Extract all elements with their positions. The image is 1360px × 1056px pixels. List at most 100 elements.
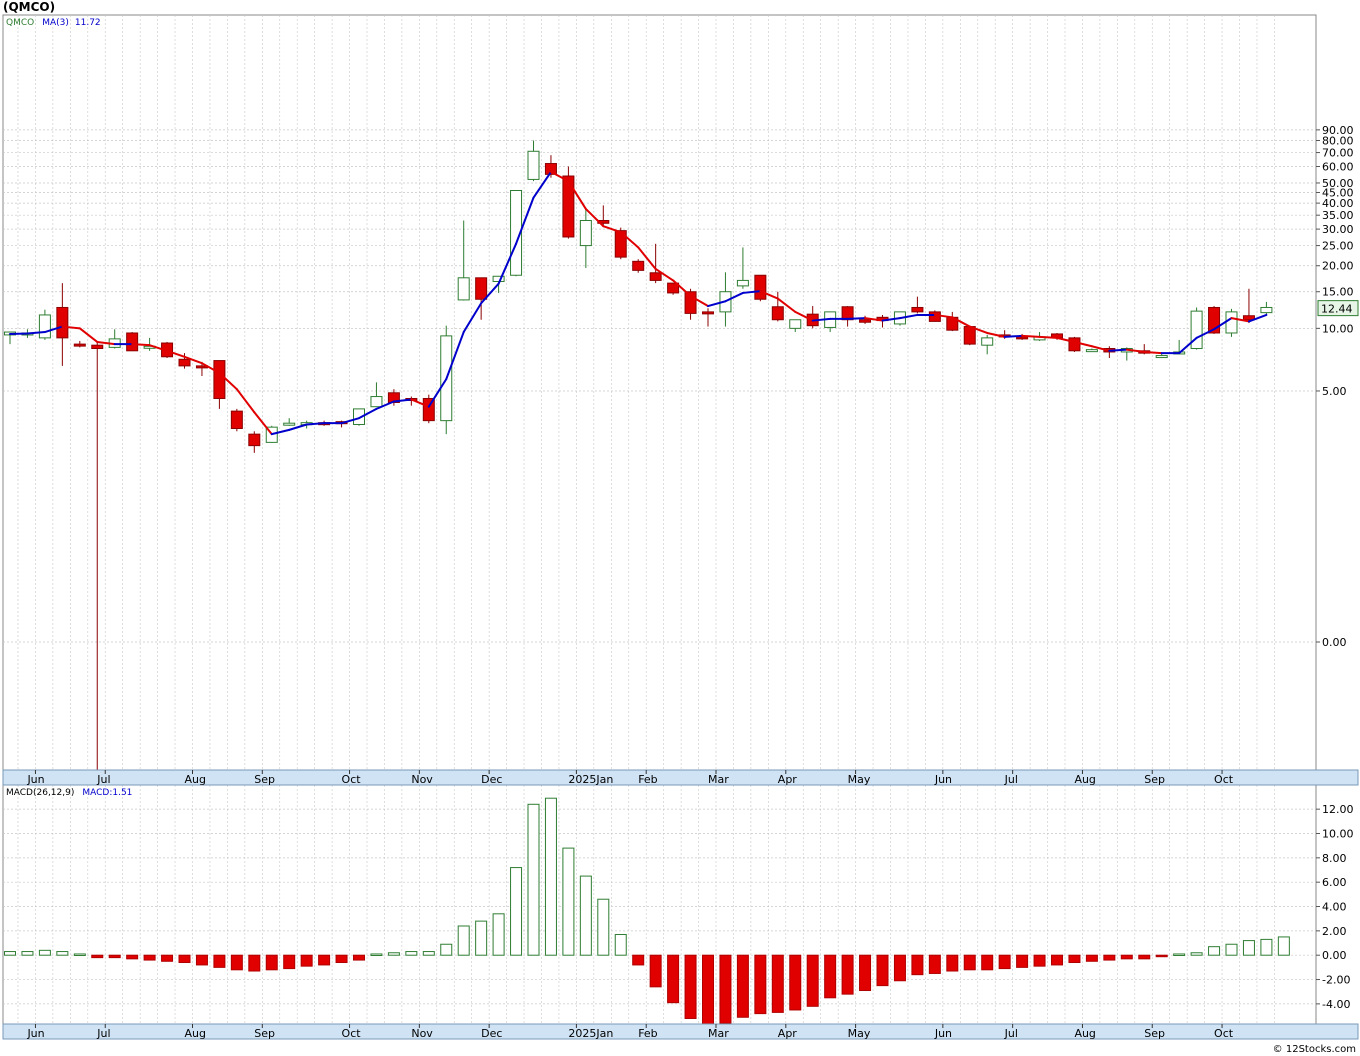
price-y-tick-label: 15.00 [1322,286,1354,299]
macd-x-axis-label: Feb [638,1027,657,1040]
price-y-tick-label: 35.00 [1322,209,1354,222]
macd-bar [1225,943,1238,956]
price-x-axis-label: 2025Jan [568,773,613,786]
macd-bar [789,954,802,1011]
macd-bar [492,913,505,956]
macd-bar [265,954,278,971]
macd-bar [963,954,976,971]
macd-panel-frame [2,784,1317,1025]
macd-bar [161,954,174,962]
macd-bar [1085,954,1098,962]
macd-y-tick-label: 4.00 [1322,901,1347,914]
macd-bar [335,954,348,964]
price-y-tick-label: 40.00 [1322,197,1354,210]
macd-bar [21,951,34,956]
candle-body [771,306,784,321]
macd-bar [771,954,784,1013]
macd-bar [1068,954,1081,964]
candle-body [789,319,802,329]
candle-body [178,358,191,367]
ma3-segment [1108,348,1128,352]
macd-bar [928,954,941,974]
macd-bar [440,943,453,956]
macd-bar [736,954,749,1018]
macd-bar [876,954,889,987]
price-x-axis-label: Jun [934,773,952,786]
macd-bar [579,875,592,956]
candle-body [632,260,645,271]
candle-body [1155,355,1168,359]
macd-bar [126,954,139,960]
macd-bar [213,954,226,968]
candle-body [91,344,104,350]
macd-bar [946,954,959,972]
macd-bar [719,954,732,1024]
macd-bar [38,949,51,956]
macd-y-tick-label: 12.00 [1322,803,1354,816]
candle-body [1068,337,1081,352]
price-legend-ma-value: 11.72 [75,18,101,28]
macd-bar [981,954,994,971]
macd-bar [1242,940,1255,956]
price-y-tick-label: 0.00 [1322,636,1347,649]
price-y-tick-label: 70.00 [1322,147,1354,160]
macd-bar [422,951,435,956]
candle-body [702,311,714,315]
macd-bar [475,920,488,956]
price-y-tick-label: 30.00 [1322,223,1354,236]
candle-body [527,150,540,180]
macd-bar [300,954,313,967]
macd-bar [841,954,854,995]
macd-bar [370,953,383,956]
candle-body [283,422,296,426]
candle-body [911,306,924,313]
candle-body [213,360,226,399]
macd-y-tick-label: 10.00 [1322,828,1354,841]
macd-bar [1277,936,1290,956]
ma3-segment [1003,334,1024,338]
macd-bar [859,954,872,991]
price-legend: QMCO MA(3) 11.72 [6,18,101,28]
macd-bar [667,954,680,1004]
macd-bar [248,954,261,972]
price-x-axis-label: Jun [26,773,44,786]
macd-x-axis-label: Jun [934,1027,952,1040]
chart-canvas[interactable]: 90.0080.0070.0060.0050.0045.0040.0035.00… [0,0,1360,1056]
macd-y-tick-label: 6.00 [1322,876,1347,889]
macd-bar [893,954,906,982]
macd-bar [1103,954,1116,961]
candle-body [1225,311,1238,334]
candle-body [1190,310,1203,350]
price-x-axis: Jun Jul Aug Sep Oct Nov Dec 2025Jan Feb Mar Apr May… [2,769,1359,786]
macd-bar [108,954,121,959]
macd-bar [527,803,540,956]
macd-bar [684,954,697,1019]
macd-x-axis-label: Aug [1074,1027,1095,1040]
macd-x-axis-label: 2025Jan [568,1027,613,1040]
macd-x-axis-label: Oct [342,1027,362,1040]
macd-bar [318,954,331,966]
macd-bar [614,934,627,956]
price-y-tick-label: 60.00 [1322,160,1354,173]
macd-y-tick-label: 2.00 [1322,925,1347,938]
macd-x-axis-label: Oct [1214,1027,1234,1040]
price-x-axis-label: Aug [185,773,206,786]
macd-bar [143,954,156,961]
price-x-axis-label: Oct [1214,773,1234,786]
macd-bar [806,954,819,1007]
macd-bar [1155,954,1168,958]
price-y-tick-label: 10.00 [1322,322,1354,335]
candle-body [475,277,488,300]
price-x-axis-label: Dec [481,773,502,786]
macd-legend-series: MACD(26,12,9) [6,788,74,798]
candle-body [579,219,592,247]
macd-bar [1208,946,1221,956]
candle-body [562,175,575,238]
macd-y-axis: 12.00 10.00 8.00 6.00 4.00 2.00 0.00 -2.00 -4.00 [1316,803,1354,1011]
macd-bar [911,954,924,976]
macd-x-axis-label: Nov [411,1027,433,1040]
candle-body [230,410,243,429]
price-x-axis-label: Sep [254,773,275,786]
macd-x-axis: Jun Jul Aug Sep Oct Nov Dec 2025Jan Feb Mar Apr May… [2,1023,1359,1040]
macd-bar [457,925,470,956]
